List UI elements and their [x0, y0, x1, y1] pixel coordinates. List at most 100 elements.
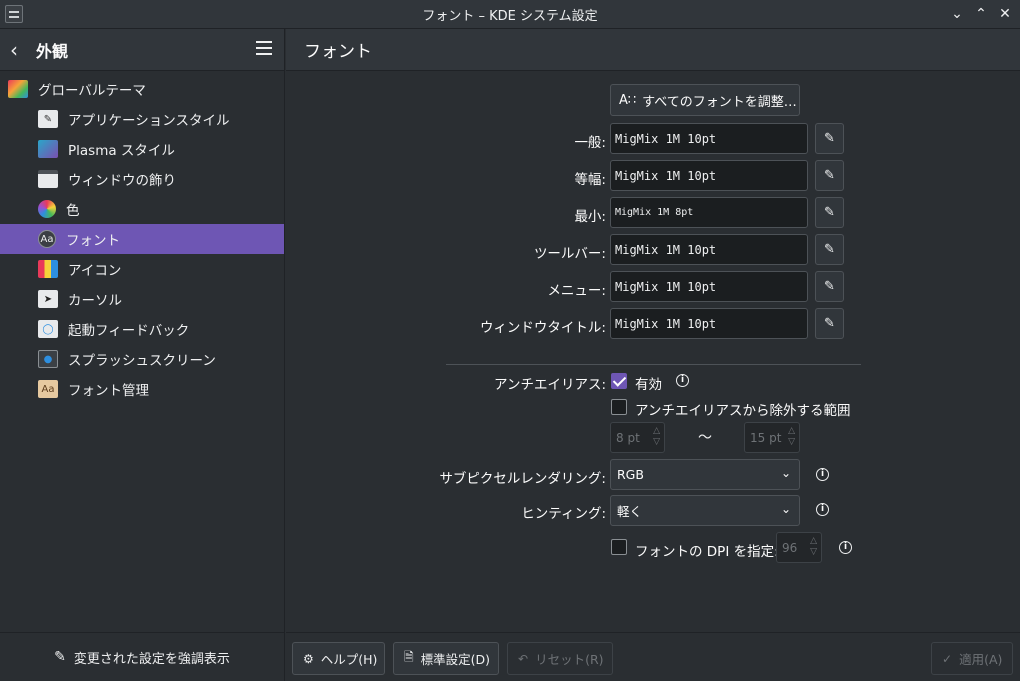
document-icon: 🗎	[404, 650, 414, 664]
app-style-icon: ✎	[38, 110, 58, 128]
plasma-style-icon	[38, 140, 58, 158]
adjust-all-fonts-label: すべてのフォントを調整…	[642, 94, 797, 110]
sidebar-item-launch-feedback[interactable]: ◯ 起動フィードバック	[0, 314, 284, 344]
minimize-icon[interactable]: ⌄	[948, 4, 966, 24]
exclude-to-value: 15 pt	[750, 430, 782, 445]
font-general-field[interactable]: MigMix 1M 10pt	[610, 123, 808, 154]
font-menu-edit-icon[interactable]: ✎	[815, 271, 844, 302]
font-general-edit-icon[interactable]: ✎	[815, 123, 844, 154]
sidebar-list: グローバルテーマ ✎ アプリケーションスタイル Plasma スタイル ウィンド…	[0, 71, 284, 404]
hinting-select[interactable]: 軽く ⌄	[610, 495, 800, 526]
launch-feedback-icon: ◯	[38, 320, 58, 338]
adjust-all-fonts-button[interactable]: A∷ すべてのフォントを調整…	[610, 84, 800, 116]
close-icon[interactable]: ✕	[996, 4, 1014, 24]
highlight-changed-label: 変更された設定を強調表示	[73, 651, 230, 667]
font-window-title-label: ウィンドウタイトル:	[479, 320, 606, 336]
antialias-info-icon[interactable]: i	[676, 374, 689, 387]
sidebar-item-label: アイコン	[68, 263, 122, 279]
button-bar: ⚙ ヘルプ(H) 🗎 標準設定(D) ↶ リセット(R) ✓ 適用(A)	[286, 632, 1020, 681]
font-small-field[interactable]: MigMix 1M 8pt	[610, 197, 808, 228]
help-button[interactable]: ⚙ ヘルプ(H)	[292, 642, 385, 675]
dpi-value: 96	[782, 540, 798, 555]
color-icon	[38, 200, 56, 218]
sidebar-item-label: スプラッシュスクリーン	[68, 353, 216, 369]
font-fixed-edit-icon[interactable]: ✎	[815, 160, 844, 191]
spin-arrows-icon: △ ▽	[788, 426, 795, 447]
chevron-down-icon: ⌄	[780, 466, 791, 480]
reset-label: リセット(R)	[535, 652, 604, 667]
sidebar-item-label: Plasma スタイル	[68, 143, 175, 159]
section-divider	[446, 364, 861, 365]
sidebar-item-color[interactable]: 色	[0, 194, 284, 224]
sidebar-title: 外観	[36, 41, 69, 61]
subpixel-info-icon[interactable]: i	[816, 468, 829, 481]
help-icon: ⚙	[303, 651, 314, 666]
sidebar-item-cursor[interactable]: ➤ カーソル	[0, 284, 284, 314]
apply-button[interactable]: ✓ 適用(A)	[931, 642, 1013, 675]
antialias-exclude-label: アンチエイリアスから除外する範囲	[635, 403, 851, 419]
sidebar-item-label: フォント	[66, 233, 120, 249]
antialias-exclude-checkbox[interactable]	[611, 399, 627, 415]
defaults-button[interactable]: 🗎 標準設定(D)	[393, 642, 499, 675]
sidebar-item-splash-screen[interactable]: ● スプラッシュスクリーン	[0, 344, 284, 374]
font-menu-field[interactable]: MigMix 1M 10pt	[610, 271, 808, 302]
exclude-from-value: 8 pt	[616, 430, 640, 445]
sidebar-item-label: アプリケーションスタイル	[68, 113, 230, 129]
window-title: フォント – KDE システム設定	[422, 8, 598, 24]
sidebar-item-font-management[interactable]: Aa フォント管理	[0, 374, 284, 404]
sidebar-item-global-theme[interactable]: グローバルテーマ	[0, 74, 284, 104]
page-title: フォント	[286, 29, 1020, 71]
chevron-down-icon: ⌄	[780, 502, 791, 516]
window-decoration-icon	[38, 170, 58, 188]
font-size-icon: A∷	[619, 92, 637, 108]
dpi-label: フォントの DPI を指定:	[635, 544, 779, 560]
dpi-info-icon[interactable]: i	[839, 541, 852, 554]
back-icon[interactable]: ‹	[10, 38, 30, 62]
subpixel-select[interactable]: RGB ⌄	[610, 459, 800, 490]
sidebar: ‹ 外観 グローバルテーマ ✎ アプリケーションスタイル Plasma スタイル…	[0, 29, 285, 681]
app-menu-icon[interactable]	[5, 5, 23, 23]
exclude-from-spinbox: 8 pt △ ▽	[610, 422, 665, 453]
antialias-label: アンチエイリアス:	[493, 377, 606, 393]
dpi-checkbox[interactable]	[611, 539, 627, 555]
sidebar-item-label: ウィンドウの飾り	[68, 173, 176, 189]
sidebar-item-label: 起動フィードバック	[68, 323, 190, 339]
antialias-checkbox[interactable]	[611, 373, 627, 389]
maximize-icon[interactable]: ⌃	[972, 4, 990, 24]
sidebar-item-plasma-style[interactable]: Plasma スタイル	[0, 134, 284, 164]
sidebar-item-label: フォント管理	[68, 383, 149, 399]
font-small-edit-icon[interactable]: ✎	[815, 197, 844, 228]
hamburger-menu-icon[interactable]	[256, 41, 272, 55]
sidebar-item-label: カーソル	[68, 293, 122, 309]
icons-icon	[38, 260, 58, 278]
font-small-label: 最小:	[574, 209, 606, 225]
sidebar-item-label: 色	[66, 203, 80, 219]
hinting-info-icon[interactable]: i	[816, 503, 829, 516]
splash-screen-icon: ●	[38, 350, 58, 368]
apply-label: 適用(A)	[959, 652, 1003, 667]
reset-button[interactable]: ↶ リセット(R)	[507, 642, 613, 675]
hinting-value: 軽く	[617, 504, 643, 519]
highlight-changed-settings-button[interactable]: ✎ 変更された設定を強調表示	[0, 632, 284, 681]
subpixel-value: RGB	[617, 467, 644, 482]
exclude-to-spinbox: 15 pt △ ▽	[744, 422, 800, 453]
font-window-title-field[interactable]: MigMix 1M 10pt	[610, 308, 808, 339]
sidebar-item-label: グローバルテーマ	[38, 83, 146, 99]
main-panel: フォント A∷ すべてのフォントを調整… 一般: MigMix 1M 10pt …	[286, 29, 1020, 681]
font-fixed-field[interactable]: MigMix 1M 10pt	[610, 160, 808, 191]
font-toolbar-edit-icon[interactable]: ✎	[815, 234, 844, 265]
font-toolbar-field[interactable]: MigMix 1M 10pt	[610, 234, 808, 265]
spin-arrows-icon: △ ▽	[653, 426, 660, 447]
sidebar-item-window-decoration[interactable]: ウィンドウの飾り	[0, 164, 284, 194]
hinting-label: ヒンティング:	[521, 506, 606, 522]
font-management-icon: Aa	[38, 380, 58, 398]
help-label: ヘルプ(H)	[320, 652, 378, 667]
cursor-icon: ➤	[38, 290, 58, 308]
sidebar-item-app-style[interactable]: ✎ アプリケーションスタイル	[0, 104, 284, 134]
undo-icon: ↶	[518, 651, 529, 666]
sidebar-item-icons[interactable]: アイコン	[0, 254, 284, 284]
font-menu-label: メニュー:	[547, 283, 606, 299]
font-window-title-edit-icon[interactable]: ✎	[815, 308, 844, 339]
sidebar-item-font[interactable]: Aa フォント	[0, 224, 284, 254]
font-icon: Aa	[38, 230, 56, 248]
